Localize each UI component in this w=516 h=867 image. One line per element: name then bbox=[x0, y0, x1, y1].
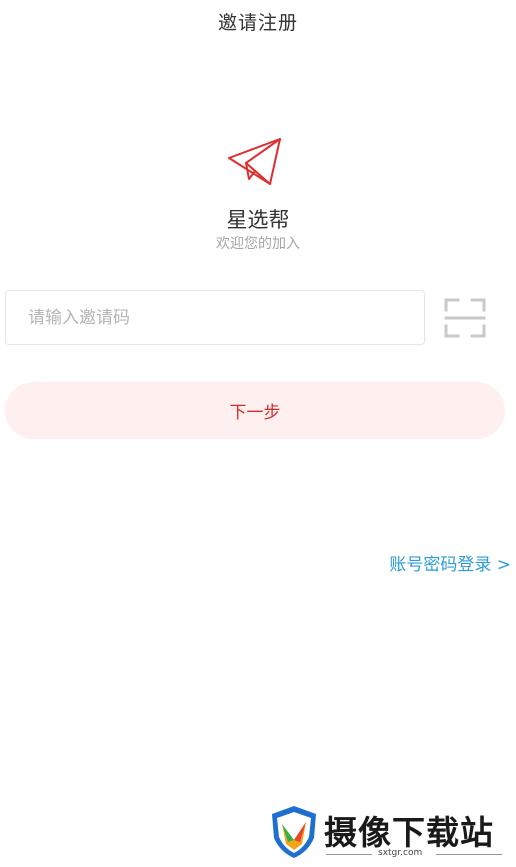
password-login-link[interactable]: 账号密码登录 > bbox=[389, 550, 511, 575]
page-title: 邀请注册 bbox=[217, 12, 298, 34]
watermark-text: 摄像下载站 bbox=[324, 813, 494, 852]
welcome-text: 欢迎您的加入 bbox=[216, 236, 300, 252]
invite-code-input[interactable] bbox=[5, 290, 425, 345]
watermark-divider bbox=[436, 854, 502, 855]
watermark-divider bbox=[326, 854, 372, 855]
scan-icon[interactable] bbox=[444, 298, 486, 338]
paper-plane-icon bbox=[226, 136, 284, 188]
app-name: 星选帮 bbox=[226, 208, 290, 232]
watermark-url: sxtgr.com bbox=[378, 848, 423, 858]
watermark-logo: 摄像下载站 sxtgr.com bbox=[268, 804, 508, 862]
next-button[interactable]: 下一步 bbox=[5, 382, 505, 439]
